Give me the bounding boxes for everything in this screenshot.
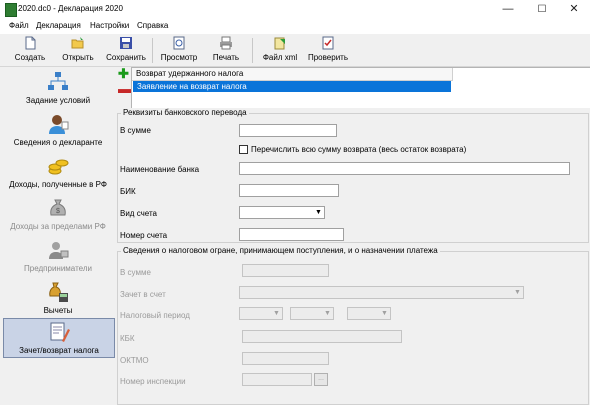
tax-authority-title: Сведения о налоговом огране, принимающем… (121, 246, 440, 255)
account-number-input[interactable] (239, 228, 344, 241)
bank-details-group (117, 113, 589, 243)
refund-all-checkbox[interactable] (239, 145, 248, 154)
folder-open-icon (71, 37, 84, 49)
list-item-selected[interactable]: Заявление на возврат налога (133, 81, 451, 92)
open-button[interactable]: Открыть (58, 36, 98, 65)
coins-icon (48, 159, 69, 175)
menu-settings[interactable]: Настройки (87, 21, 132, 30)
sidebar-item-conditions[interactable]: Задание условий (3, 69, 113, 109)
deductions-icon (49, 282, 68, 302)
print-button[interactable]: Печать (208, 36, 244, 65)
refund-document-icon (50, 322, 70, 342)
bank-details-title: Реквизиты банковского перевода (121, 108, 249, 117)
chevron-down-icon: ▼ (324, 310, 331, 317)
offset-select[interactable]: ▼ (239, 286, 524, 299)
sidebar-item-deductions[interactable]: Вычеты (3, 279, 113, 319)
preview-button[interactable]: Просмотр (158, 36, 200, 65)
statements-list[interactable]: Возврат удержанного налога Заявление на … (131, 67, 590, 109)
sidebar-item-income-rf[interactable]: Доходы, полученные в РФ (3, 153, 113, 193)
oktmo-label: ОКТМО (120, 356, 149, 365)
save-button[interactable]: Сохранить (104, 36, 148, 65)
floppy-disk-icon (120, 37, 132, 49)
window-title: 2020.dc0 - Декларация 2020 (18, 4, 123, 13)
bik-input[interactable] (239, 184, 339, 197)
new-document-icon (25, 36, 36, 50)
kbk-label: КБК (120, 334, 135, 343)
oktmo-input[interactable] (242, 352, 329, 365)
tax-period-select-1[interactable]: ▼ (239, 307, 283, 320)
inspection-number-input[interactable] (242, 373, 312, 386)
conditions-tree-icon (48, 72, 68, 90)
title-bar: 2020.dc0 - Декларация 2020 — ☐ ✕ (0, 0, 590, 20)
tax-period-label: Налоговый период (120, 311, 190, 320)
check-button[interactable]: Проверить (306, 36, 350, 65)
refund-form: Реквизиты банковского перевода В сумме П… (115, 108, 590, 405)
refund-all-label: Перечислить всю сумму возврата (весь ост… (251, 145, 467, 154)
bank-amount-input[interactable] (239, 124, 337, 137)
toolbar: Создать Открыть Сохранить Просмотр Печат… (0, 34, 590, 67)
sidebar-item-refund[interactable]: Зачет/возврат налога (3, 318, 115, 358)
tax-period-select-3[interactable]: ▼ (347, 307, 391, 320)
tax-authority-group (117, 251, 589, 405)
chevron-down-icon: ▼ (514, 289, 521, 296)
tax-amount-input[interactable] (242, 264, 329, 277)
account-type-select[interactable]: ▼ (239, 206, 325, 219)
menu-file[interactable]: Файл (6, 21, 32, 30)
close-button[interactable]: ✕ (558, 0, 590, 19)
menu-help[interactable]: Справка (134, 21, 171, 30)
printer-icon (220, 36, 232, 50)
account-type-label: Вид счета (120, 209, 157, 218)
chevron-down-icon: ▼ (273, 310, 280, 317)
offset-label: Зачет в счет (120, 290, 166, 299)
bank-amount-label: В сумме (120, 126, 151, 135)
tax-amount-label: В сумме (120, 268, 151, 277)
add-item-button[interactable]: ✚ (118, 67, 129, 80)
money-bag-icon: $ (50, 199, 66, 216)
sidebar: Задание условий Сведения о декларанте До… (0, 67, 115, 405)
xml-export-icon (274, 37, 285, 50)
minimize-button[interactable]: — (492, 0, 524, 19)
bank-name-label: Наименование банка (120, 165, 200, 174)
xml-file-button[interactable]: Файл xml (260, 36, 300, 65)
bank-name-input[interactable] (239, 162, 570, 175)
bik-label: БИК (120, 187, 136, 196)
remove-item-button[interactable]: ▬ (118, 82, 131, 95)
svg-text:$: $ (56, 208, 60, 215)
sidebar-item-declarant[interactable]: Сведения о декларанте (3, 111, 113, 151)
account-number-label: Номер счета (120, 231, 168, 240)
chevron-down-icon: ▼ (315, 209, 322, 216)
entrepreneur-icon (49, 242, 69, 259)
list-header: Возврат удержанного налога (132, 68, 453, 81)
sidebar-item-income-abroad[interactable]: $ Доходы за пределами РФ (3, 195, 113, 235)
kbk-input[interactable] (242, 330, 402, 343)
menu-bar: Файл Декларация Настройки Справка (0, 19, 590, 34)
app-icon (5, 3, 17, 17)
toolbar-separator (252, 38, 253, 63)
tax-period-select-2[interactable]: ▼ (290, 307, 334, 320)
sidebar-item-entrepreneurs[interactable]: Предприниматели (3, 237, 113, 277)
create-button[interactable]: Создать (12, 36, 48, 65)
checklist-icon (322, 36, 334, 50)
toolbar-separator (152, 38, 153, 63)
preview-document-icon (173, 36, 185, 50)
menu-declaration[interactable]: Декларация (33, 21, 84, 30)
inspection-number-label: Номер инспекции (120, 377, 186, 386)
maximize-button[interactable]: ☐ (526, 0, 558, 19)
inspection-lookup-button[interactable]: ... (314, 373, 328, 386)
chevron-down-icon: ▼ (381, 310, 388, 317)
person-icon (49, 115, 69, 134)
